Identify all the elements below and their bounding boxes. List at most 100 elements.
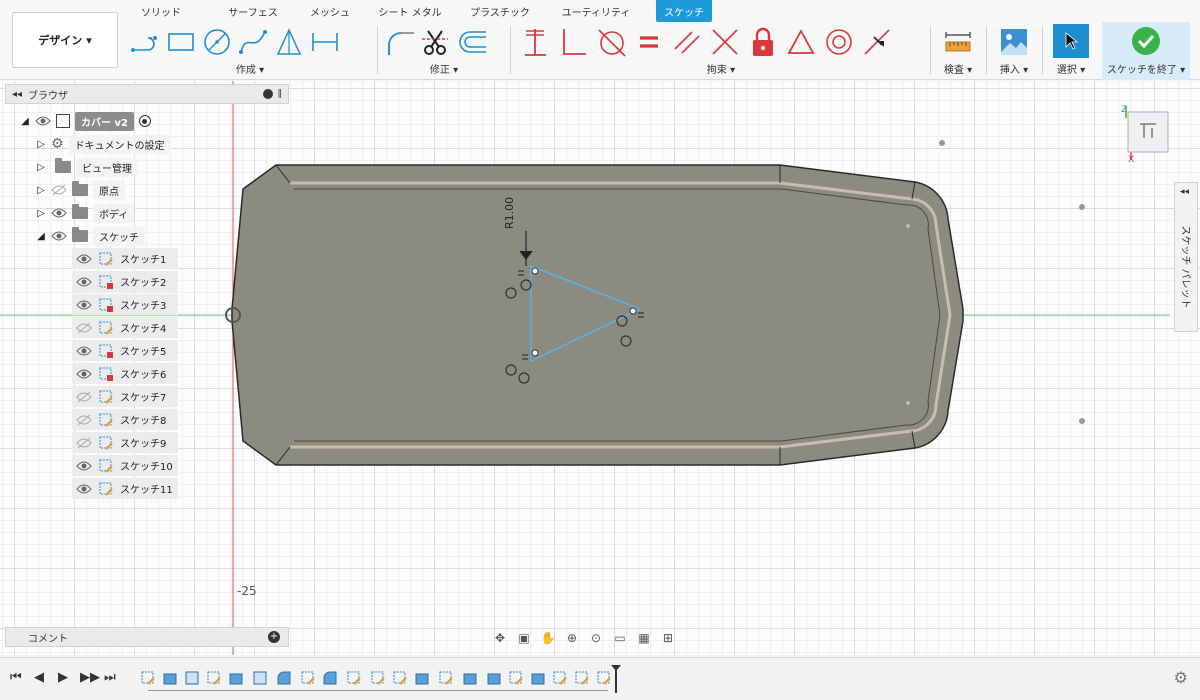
orbit-icon[interactable]: ✥ [490,629,510,647]
timeline-sketch-icon[interactable] [552,670,568,686]
offset-tool-icon[interactable] [456,27,486,57]
tree-node-bodies[interactable]: ▷ ボディ [36,203,135,223]
tab-sketch[interactable]: スケッチ [656,0,712,22]
midpoint-constraint-icon[interactable] [862,27,892,57]
sketch-item[interactable]: スケッチ5 [72,340,178,361]
perpendicular-constraint-icon[interactable] [558,27,588,57]
timeline-extrude-icon[interactable] [530,670,546,686]
measure-ruler-icon[interactable] [943,27,973,57]
visibility-eye-icon[interactable] [76,299,92,311]
fillet-tool-icon[interactable] [384,27,414,57]
zoom-icon[interactable]: ⊕ [562,629,582,647]
visibility-eye-icon[interactable] [51,230,67,242]
sketch-item[interactable]: スケッチ11 [72,478,178,499]
sketch-item[interactable]: スケッチ9 [72,432,178,453]
hidden-eye-icon[interactable] [76,437,92,449]
trim-scissors-icon[interactable] [420,27,450,57]
timeline-fillet-icon[interactable] [276,670,292,686]
hidden-eye-icon[interactable] [76,414,92,426]
timeline-shell-icon[interactable] [252,670,268,686]
fix-lock-icon[interactable] [748,27,778,57]
expanded-triangle-icon[interactable]: ◢ [20,115,30,127]
hidden-eye-icon[interactable] [76,322,92,334]
viewports-icon[interactable]: ⊞ [658,629,678,647]
tab-surface[interactable]: サーフェス [214,0,292,22]
create-group-label[interactable]: 作成 ▾ [126,61,374,76]
timeline-sketch-icon[interactable] [508,670,524,686]
sketch-item[interactable]: スケッチ6 [72,363,178,384]
tree-node-sketches[interactable]: ◢ スケッチ [36,226,145,246]
select-cursor-icon[interactable] [1053,24,1089,58]
sketch-item[interactable]: スケッチ8 [72,409,178,430]
timeline-sketch-icon[interactable] [206,670,222,686]
timeline-marker-icon[interactable] [610,664,622,694]
go-to-start-icon[interactable]: ⏮ [10,670,22,685]
timeline-extrude-icon[interactable] [486,670,502,686]
minimize-icon[interactable] [262,89,273,99]
add-comment-icon[interactable]: + [268,631,280,643]
timeline-sketch-icon[interactable] [300,670,316,686]
panel-grip-icon[interactable]: ‖ [278,89,283,99]
timeline-settings-gear-icon[interactable]: ⚙ [1174,668,1188,687]
visibility-eye-icon[interactable] [76,483,92,495]
parallel-constraint-icon[interactable] [672,27,702,57]
conic-curve-tool-icon[interactable] [274,27,304,57]
step-back-icon[interactable]: ◀ [34,670,44,685]
tree-node-origin[interactable]: ▷ 原点 [36,180,125,200]
insert-group-label[interactable]: 挿入 ▾ [990,61,1038,76]
timeline-extrude-icon[interactable] [228,670,244,686]
step-forward-icon[interactable]: ▶▶ [80,670,100,685]
collapsed-triangle-icon[interactable]: ▷ [36,184,46,196]
finish-checkmark-icon[interactable] [1131,26,1161,56]
timeline-fillet-icon[interactable] [322,670,338,686]
pan-hand-icon[interactable]: ✋ [538,629,558,647]
timeline-shell-icon[interactable] [184,670,200,686]
line-tool-icon[interactable] [130,27,160,57]
expand-left-icon[interactable]: ◂◂ [1180,187,1189,197]
model-canvas[interactable]: R1.00 -25 [0,81,1200,655]
collapse-left-icon[interactable]: ◂◂ [12,89,22,100]
timeline-sketch-icon[interactable] [370,670,386,686]
tab-mesh[interactable]: メッシュ [302,0,358,22]
hidden-eye-icon[interactable] [51,184,67,196]
tree-node-document-settings[interactable]: ▷ ⚙ ドキュメントの設定 [36,134,171,154]
tree-node-view-management[interactable]: ▷ ビュー管理 [36,157,138,177]
collapsed-triangle-icon[interactable]: ▷ [36,138,46,150]
timeline-sketch-icon[interactable] [574,670,590,686]
display-settings-icon[interactable]: ▭ [610,629,630,647]
sketch-item[interactable]: スケッチ3 [72,294,178,315]
tab-plastic[interactable]: プラスチック [464,0,536,22]
timeline-sketch-icon[interactable] [438,670,454,686]
sketch-item[interactable]: スケッチ4 [72,317,178,338]
play-icon[interactable]: ▶ [58,670,68,685]
workspace-dropdown[interactable]: デザイン ▾ [12,12,118,68]
visibility-eye-icon[interactable] [76,460,92,472]
sketch-item[interactable]: スケッチ7 [72,386,178,407]
tab-sheet-metal[interactable]: シート メタル [370,0,450,22]
rectangle-tool-icon[interactable] [166,27,196,57]
spline-tool-icon[interactable] [238,27,268,57]
concentric-constraint-icon[interactable] [824,27,854,57]
comments-bar[interactable]: コメント + [5,627,289,647]
insert-image-icon[interactable] [999,27,1029,57]
root-component-label[interactable]: カバー v2 [75,111,134,131]
collinear-constraint-icon[interactable] [710,27,740,57]
timeline-sketch-icon[interactable] [346,670,362,686]
coincident-constraint-icon[interactable] [520,27,550,57]
timeline-sketch-icon[interactable] [140,670,156,686]
visibility-eye-icon[interactable] [51,207,67,219]
visibility-eye-icon[interactable] [76,345,92,357]
fit-zoom-icon[interactable]: ⊙ [586,629,606,647]
finish-sketch-label[interactable]: スケッチを終了 ▾ [1102,61,1190,76]
timeline-extrude-icon[interactable] [414,670,430,686]
dimension-line-tool-icon[interactable] [310,27,340,57]
timeline-sketch-icon[interactable] [392,670,408,686]
constraints-group-label[interactable]: 拘束 ▾ [516,61,926,76]
expanded-triangle-icon[interactable]: ◢ [36,230,46,242]
activate-radio-icon[interactable] [138,115,151,127]
hidden-eye-icon[interactable] [76,391,92,403]
collapsed-triangle-icon[interactable]: ▷ [36,161,46,173]
symmetry-triangle-icon[interactable] [786,27,816,57]
equal-constraint-icon[interactable] [634,27,664,57]
inspect-group-label[interactable]: 検査 ▾ [934,61,982,76]
